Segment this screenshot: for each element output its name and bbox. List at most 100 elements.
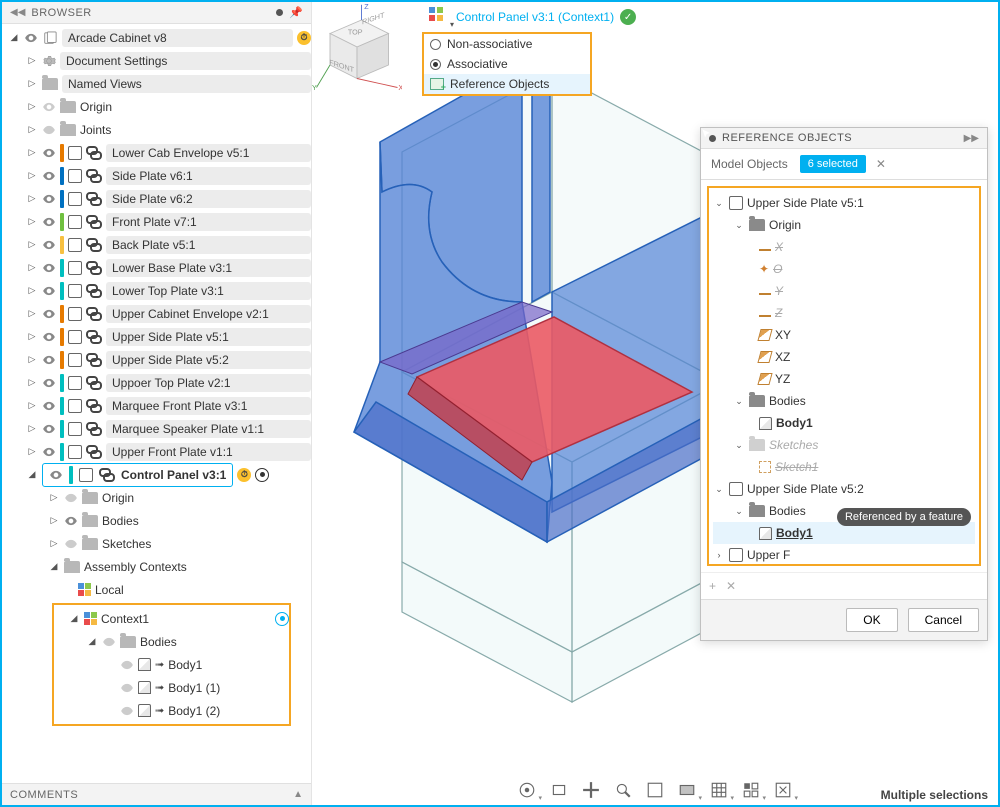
zoom-icon[interactable] bbox=[614, 781, 632, 801]
visibility-off-icon[interactable] bbox=[120, 704, 134, 718]
caret-icon[interactable] bbox=[26, 400, 38, 411]
ref-row-usp52[interactable]: ⌄Upper Side Plate v5:2 bbox=[713, 478, 975, 500]
ref-row-plane-xy[interactable]: XY bbox=[713, 324, 975, 346]
tree-row-named-views[interactable]: Named Views bbox=[2, 72, 311, 95]
tree-row-origin[interactable]: Origin bbox=[2, 95, 311, 118]
caret-icon[interactable]: ⌄ bbox=[733, 440, 745, 451]
caret-icon[interactable] bbox=[48, 515, 60, 526]
selection-badge[interactable]: 6 selected bbox=[800, 155, 866, 173]
viewport-3d[interactable]: Control Panel v3:1 (Context1) ✓ Non-asso… bbox=[312, 2, 998, 805]
viewport-icon[interactable] bbox=[742, 781, 760, 801]
tree-root[interactable]: ◢ Arcade Cabinet v8 ⏱ bbox=[2, 26, 311, 49]
ref-row-axis-o[interactable]: ✦O bbox=[713, 258, 975, 280]
tree-row-component[interactable]: Marquee Speaker Plate v1:1 bbox=[2, 417, 311, 440]
ref-row-axis-z[interactable]: Z bbox=[713, 302, 975, 324]
expand-up-icon[interactable]: ▲ bbox=[293, 789, 303, 800]
visibility-off-icon[interactable] bbox=[102, 635, 116, 649]
tab-model-objects[interactable]: Model Objects bbox=[709, 153, 790, 175]
display-style-icon[interactable] bbox=[678, 781, 696, 801]
visibility-icon[interactable] bbox=[42, 376, 56, 390]
tree-row-doc-settings[interactable]: Document Settings bbox=[2, 49, 311, 72]
pan-icon[interactable] bbox=[582, 781, 600, 801]
caret-icon[interactable] bbox=[26, 262, 38, 273]
visibility-icon[interactable] bbox=[42, 445, 56, 459]
tree-row-joints[interactable]: Joints bbox=[2, 118, 311, 141]
caret-icon[interactable] bbox=[26, 193, 38, 204]
caret-icon[interactable] bbox=[26, 285, 38, 296]
ref-row-plane-xz[interactable]: XZ bbox=[713, 346, 975, 368]
caret-icon[interactable]: ◢ bbox=[8, 32, 20, 43]
comments-bar[interactable]: COMMENTS ▲ bbox=[2, 783, 311, 805]
tree-row-component[interactable]: Lower Top Plate v3:1 bbox=[2, 279, 311, 302]
visibility-icon[interactable] bbox=[42, 422, 56, 436]
visibility-icon[interactable] bbox=[42, 146, 56, 160]
visibility-icon[interactable] bbox=[49, 468, 63, 482]
tree-row-local[interactable]: Local bbox=[2, 578, 311, 601]
visibility-icon[interactable] bbox=[42, 284, 56, 298]
caret-icon[interactable] bbox=[26, 239, 38, 250]
confirm-check-icon[interactable]: ✓ bbox=[620, 9, 636, 25]
ref-row-upperf[interactable]: ›Upper F bbox=[713, 544, 975, 566]
add-icon[interactable]: + bbox=[709, 579, 716, 593]
ref-row-usp51[interactable]: ⌄ Upper Side Plate v5:1 bbox=[713, 192, 975, 214]
tree-row-component[interactable]: Marquee Front Plate v3:1 bbox=[2, 394, 311, 417]
tree-row-assembly-contexts[interactable]: ◢ Assembly Contexts bbox=[2, 555, 311, 578]
caret-icon[interactable] bbox=[26, 147, 38, 158]
tree-row-sub-sketches[interactable]: Sketches bbox=[2, 532, 311, 555]
tree-row-component[interactable]: Side Plate v6:2 bbox=[2, 187, 311, 210]
orbit-icon[interactable] bbox=[518, 781, 536, 801]
visibility-off-icon[interactable] bbox=[42, 123, 56, 137]
caret-icon[interactable] bbox=[26, 377, 38, 388]
ref-row-body1[interactable]: Body1 bbox=[713, 412, 975, 434]
visibility-icon[interactable] bbox=[42, 238, 56, 252]
view-cube[interactable]: TOP FRONT RIGHT X Y Z bbox=[312, 2, 402, 92]
visibility-icon[interactable] bbox=[24, 31, 38, 45]
caret-icon[interactable]: ◢ bbox=[68, 613, 80, 624]
tree-row-component[interactable]: Upper Side Plate v5:1 bbox=[2, 325, 311, 348]
caret-icon[interactable]: › bbox=[713, 550, 725, 560]
collapse-icon[interactable]: ◀◀ bbox=[10, 7, 25, 18]
visibility-icon[interactable] bbox=[42, 192, 56, 206]
caret-icon[interactable] bbox=[26, 124, 38, 135]
grid-icon[interactable] bbox=[710, 781, 728, 801]
option-non-associative[interactable]: Non-associative bbox=[424, 34, 590, 54]
tree-row-ctx-body[interactable]: ➟ Body1 bbox=[54, 653, 289, 676]
visibility-icon[interactable] bbox=[42, 261, 56, 275]
tree-row-component[interactable]: Upper Cabinet Envelope v2:1 bbox=[2, 302, 311, 325]
caret-icon[interactable]: ⌄ bbox=[733, 506, 745, 517]
radio-icon[interactable] bbox=[430, 39, 441, 50]
fit-icon[interactable] bbox=[646, 781, 664, 801]
caret-icon[interactable]: ⌄ bbox=[713, 198, 725, 209]
tree-row-component[interactable]: Upper Side Plate v5:2 bbox=[2, 348, 311, 371]
tree-row-component[interactable]: Front Plate v7:1 bbox=[2, 210, 311, 233]
tree-row-component[interactable]: Upper Front Plate v1:1 bbox=[2, 440, 311, 463]
ok-button[interactable]: OK bbox=[846, 608, 897, 632]
caret-icon[interactable] bbox=[26, 78, 38, 89]
ref-row-axis-y[interactable]: Y bbox=[713, 280, 975, 302]
ref-row-sketches[interactable]: ⌄Sketches bbox=[713, 434, 975, 456]
visibility-icon[interactable] bbox=[42, 307, 56, 321]
caret-icon[interactable]: ◢ bbox=[86, 636, 98, 647]
option-associative[interactable]: Associative bbox=[424, 54, 590, 74]
tree-row-context1[interactable]: ◢ Context1 bbox=[54, 607, 289, 630]
caret-icon[interactable] bbox=[48, 538, 60, 549]
caret-icon[interactable] bbox=[26, 101, 38, 112]
cancel-button[interactable]: Cancel bbox=[908, 608, 979, 632]
warning-badge-icon[interactable]: ⏱ bbox=[237, 468, 251, 482]
tree-row-ctx-body[interactable]: ➟ Body1 (2) bbox=[54, 699, 289, 722]
visibility-icon[interactable] bbox=[42, 169, 56, 183]
visibility-off-icon[interactable] bbox=[64, 537, 78, 551]
visibility-off-icon[interactable] bbox=[42, 100, 56, 114]
caret-icon[interactable]: ◢ bbox=[26, 469, 38, 480]
caret-icon[interactable] bbox=[26, 308, 38, 319]
tree-row-component[interactable]: Back Plate v5:1 bbox=[2, 233, 311, 256]
remove-icon[interactable]: ✕ bbox=[726, 579, 736, 593]
clear-selection-icon[interactable]: ✕ bbox=[876, 157, 886, 171]
visibility-icon[interactable] bbox=[42, 399, 56, 413]
pin-icon[interactable]: 📌 bbox=[289, 6, 303, 19]
caret-icon[interactable]: ◢ bbox=[48, 561, 60, 572]
visibility-off-icon[interactable] bbox=[64, 491, 78, 505]
visibility-icon[interactable] bbox=[42, 353, 56, 367]
ref-row-origin[interactable]: ⌄ Origin bbox=[713, 214, 975, 236]
caret-icon[interactable] bbox=[26, 423, 38, 434]
